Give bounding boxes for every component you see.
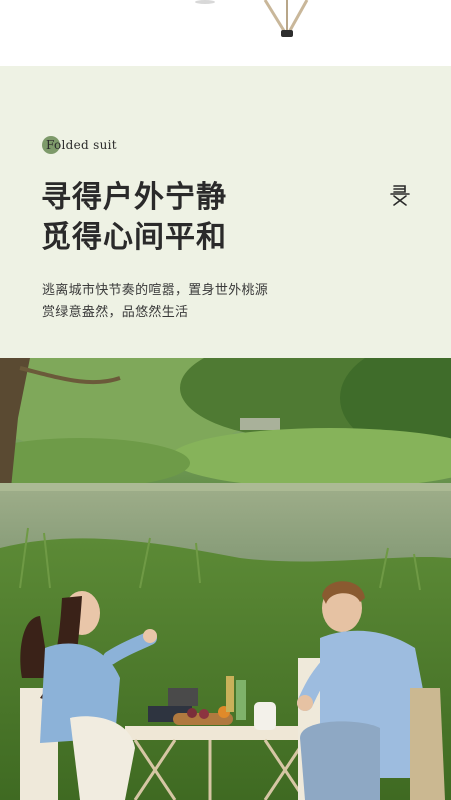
product-legs-strip (0, 0, 451, 66)
headline-line-2: 觅得心间平和 (41, 220, 227, 255)
body-text-line-2: 赏绿意盎然，品悠然生活 (42, 305, 189, 320)
badge-label: Folded suit (46, 138, 117, 152)
category-badge: Folded suit (42, 136, 117, 154)
headline-line-1: 寻得户外宁静 (41, 180, 227, 215)
body-text-line-1: 逃离城市快节奏的喧嚣，置身世外桃源 (42, 283, 269, 298)
camping-scene-image (0, 358, 451, 800)
product-legs-image (195, 0, 309, 37)
brand-mark-icon (390, 185, 410, 206)
